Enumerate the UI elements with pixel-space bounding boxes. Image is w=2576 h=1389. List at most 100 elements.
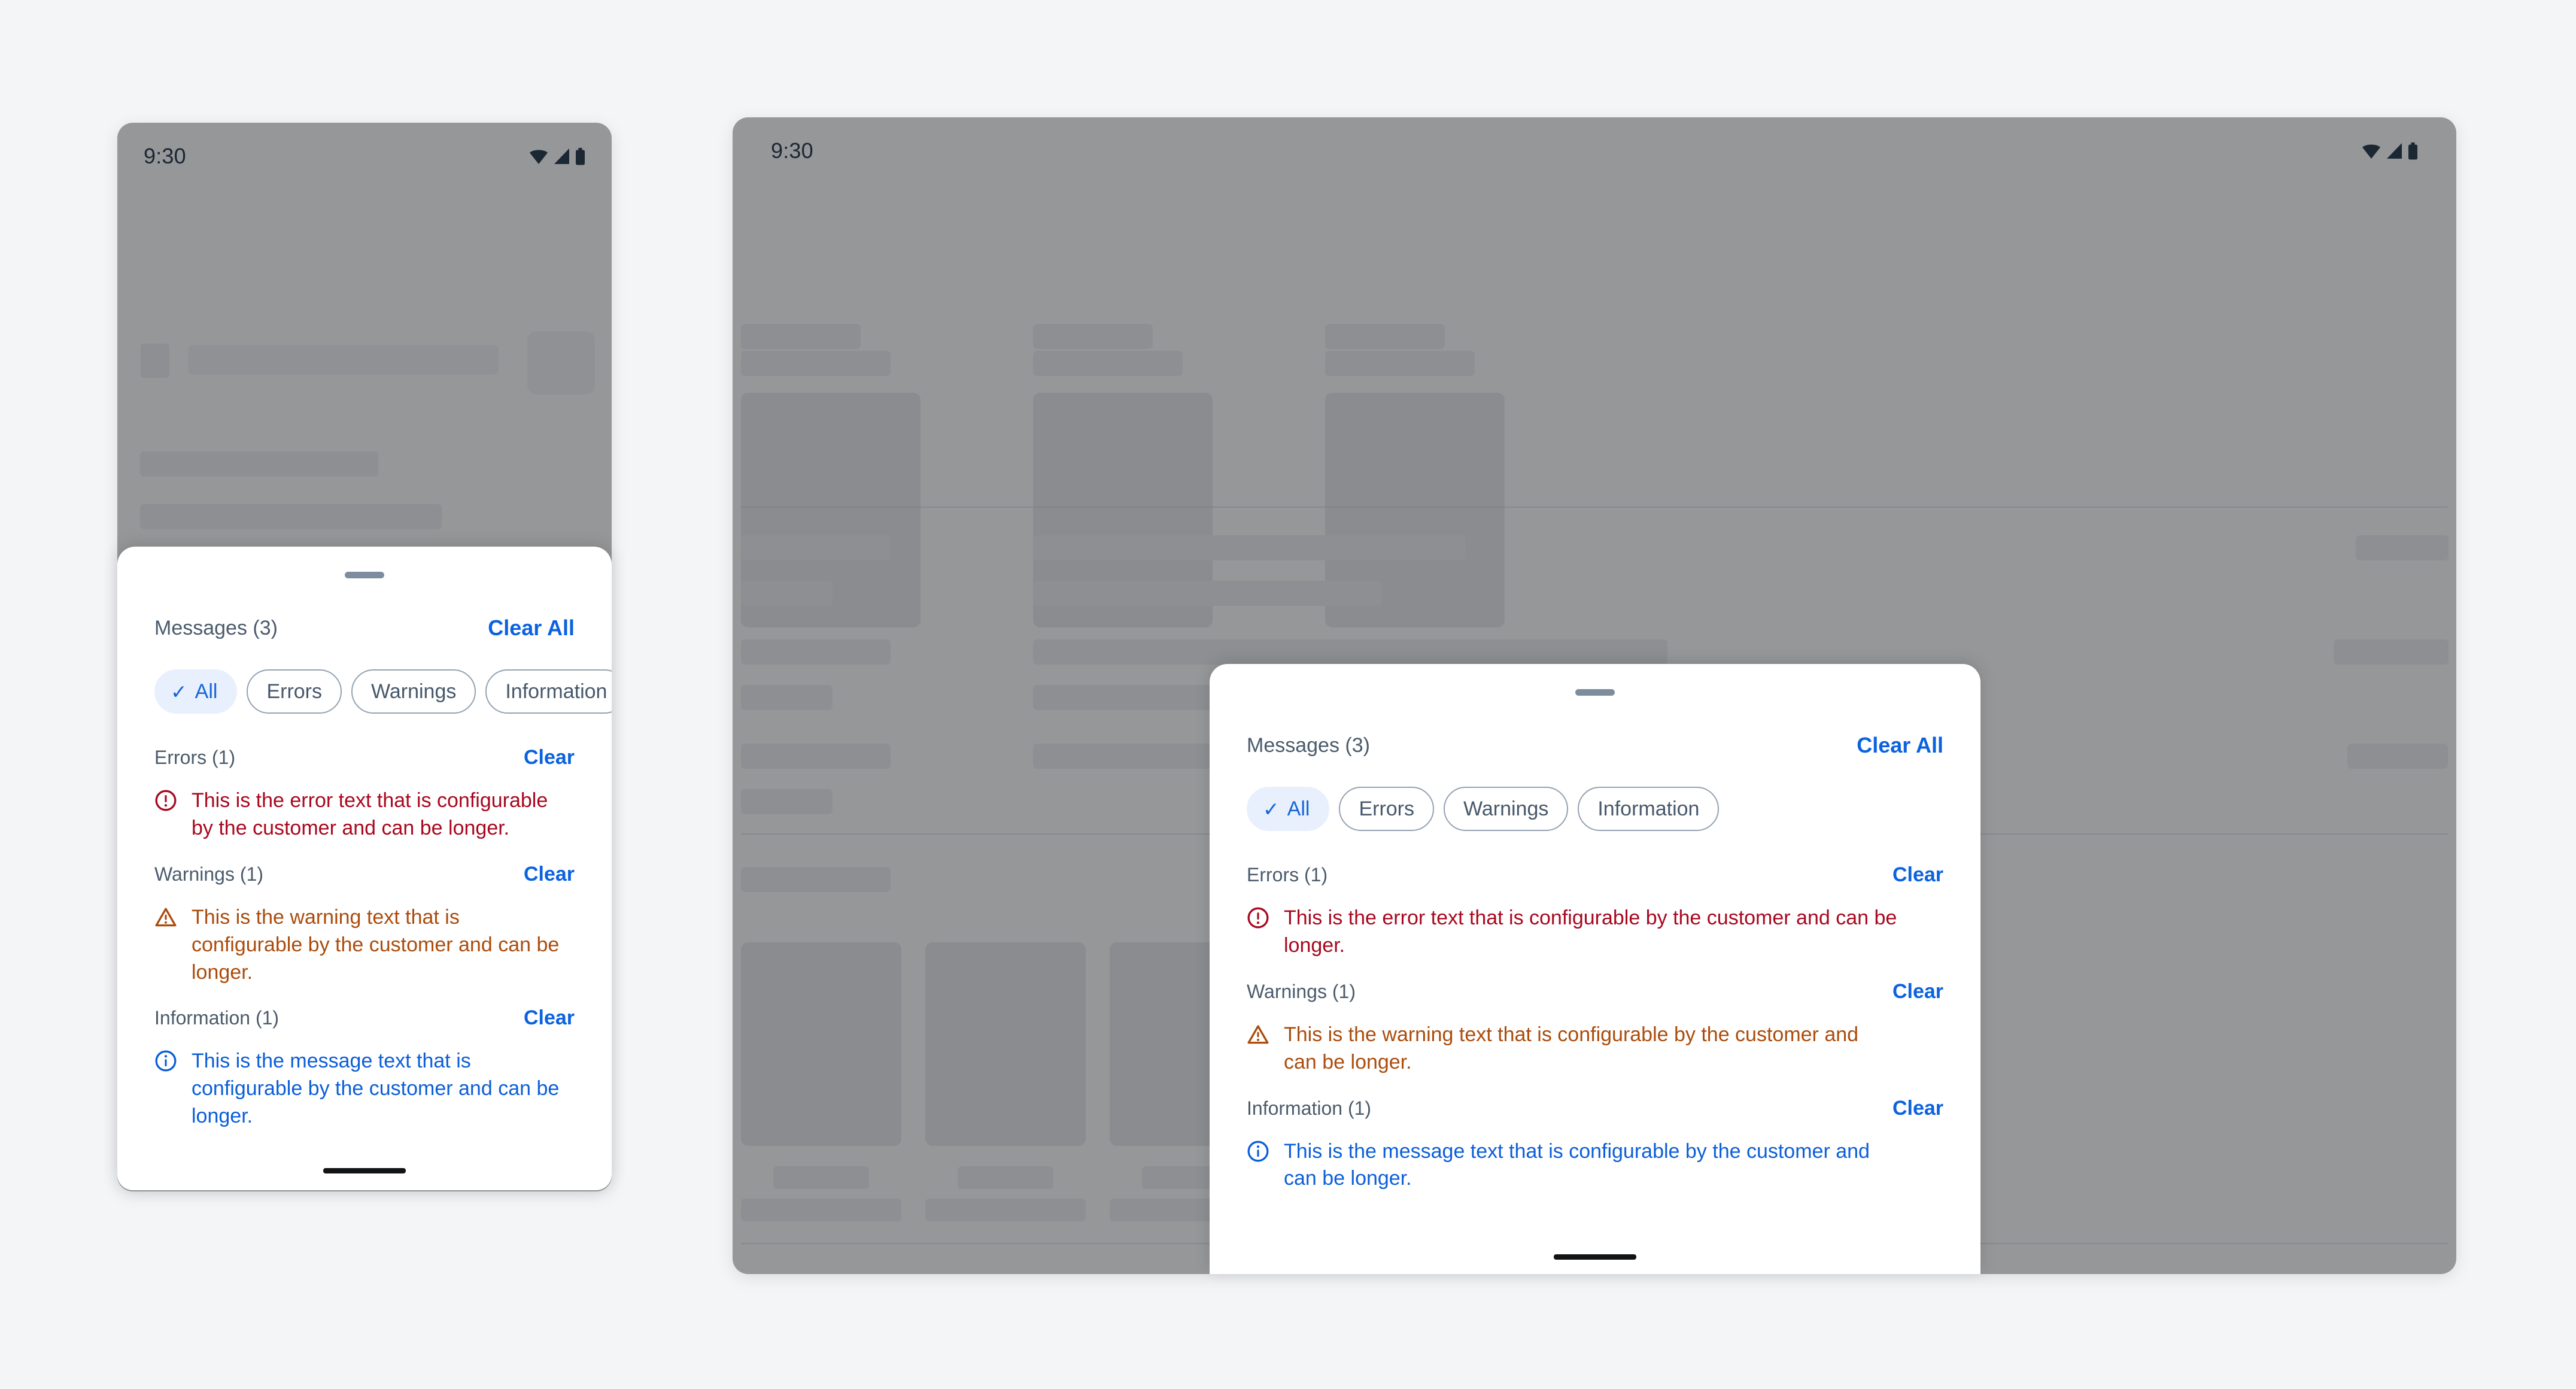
skeleton-lower-card [925,942,1086,1146]
filter-chip-label: Warnings [371,680,457,703]
status-bar-time: 9:30 [771,138,813,163]
skeleton-lower-label [773,1166,869,1189]
skeleton-nav-bar [188,345,499,375]
battery-icon [2408,142,2418,160]
filter-chip-warnings[interactable]: Warnings [351,669,476,714]
skeleton-table-cell [741,581,833,606]
clear-information-button[interactable]: Clear [1892,1097,1943,1120]
skeleton-table-cell [1033,535,1466,560]
filter-chip-label: Information [505,680,607,703]
warnings-group-label: Warnings (1) [1247,980,1356,1002]
skeleton-column-subtitle [1325,351,1475,376]
skeleton-table-cell [741,685,833,710]
skeleton-table-cell [1033,639,1667,665]
wifi-icon [529,148,548,165]
skeleton-lower-card [741,942,901,1146]
skeleton-table-cell [2356,535,2449,560]
skeleton-column-title [741,324,861,349]
skeleton-column-title [1033,324,1153,349]
clear-warnings-button[interactable]: Clear [524,863,575,886]
errors-group-header: Errors (1) Clear [1210,863,1980,887]
check-icon: ✓ [171,680,187,703]
information-message-row: This is the message text that is configu… [117,1048,612,1130]
error-circle-icon [1247,906,1269,929]
filter-chip-warnings[interactable]: Warnings [1444,787,1569,831]
screenshot-stage: 9:30 Messages (3) Clear All ✓ All Errors… [0,0,2576,1389]
error-message-text: This is the error text that is configura… [192,789,548,839]
messages-count-title: Messages (3) [154,616,278,639]
skeleton-nav-icon [141,344,169,378]
skeleton-table-cell [2334,639,2449,665]
filter-chip-label: Errors [266,680,323,703]
warning-message-row: This is the warning text that is configu… [1210,1021,1980,1076]
error-circle-icon [154,789,177,812]
information-group-label: Information (1) [154,1007,280,1029]
skeleton-table-cell [741,744,891,769]
errors-group-header: Errors (1) Clear [117,746,612,769]
phone-sheet-header: Messages (3) Clear All [117,578,612,641]
filter-chip-label: Warnings [1463,797,1549,820]
filter-chip-label: Information [1597,797,1700,820]
skeleton-column-title [1325,324,1445,349]
status-bar-icons [529,147,585,165]
filter-chip-errors[interactable]: Errors [1339,787,1435,831]
wifi-icon [2362,142,2381,159]
skeleton-lower-bar [741,1199,901,1221]
messages-count-title: Messages (3) [1247,733,1370,757]
skeleton-table-cell [741,867,891,892]
phone-messages-bottom-sheet: Messages (3) Clear All ✓ All Errors Warn… [117,547,612,1190]
skeleton-table-cell [741,789,833,814]
warning-message-row: This is the warning text that is configu… [117,904,612,987]
skeleton-table-cell [1033,581,1381,606]
error-message-text: This is the error text that is configura… [1284,906,1897,957]
drag-handle[interactable] [1575,689,1615,696]
warning-triangle-icon [1247,1023,1269,1046]
skeleton-column-subtitle [741,351,891,376]
cellular-signal-icon [2386,142,2402,159]
filter-chip-label: All [195,680,218,703]
skeleton-subtitle-bar [140,504,442,529]
information-message-row: This is the message text that is configu… [1210,1138,1980,1193]
status-bar-time: 9:30 [144,144,186,168]
errors-group-label: Errors (1) [1247,864,1328,885]
phone-filter-chip-group: ✓ All Errors Warnings Information [117,641,612,714]
tablet-status-bar: 9:30 [733,117,2456,184]
skeleton-table-cell [741,535,891,560]
check-icon: ✓ [1263,797,1280,820]
skeleton-table-cell [2347,744,2448,769]
errors-group-label: Errors (1) [154,747,236,768]
info-circle-icon [1247,1140,1269,1163]
clear-all-button[interactable]: Clear All [488,615,575,641]
drag-handle[interactable] [345,572,384,578]
clear-errors-button[interactable]: Clear [1892,863,1943,887]
filter-chip-label: Errors [1359,797,1415,820]
tablet-filter-chip-group: ✓ All Errors Warnings Information [1210,758,1980,831]
warning-message-text: This is the warning text that is configu… [1284,1023,1859,1073]
skeleton-lower-label [958,1166,1053,1189]
information-group-header: Information (1) Clear [1210,1097,1980,1120]
filter-chip-information[interactable]: Information [1578,787,1720,831]
filter-chip-errors[interactable]: Errors [247,669,342,714]
warnings-group-header: Warnings (1) Clear [117,863,612,886]
clear-information-button[interactable]: Clear [524,1006,575,1030]
filter-chip-all[interactable]: ✓ All [154,669,238,714]
clear-errors-button[interactable]: Clear [524,746,575,769]
filter-chip-information[interactable]: Information [485,669,612,714]
tablet-sheet-header: Messages (3) Clear All [1210,696,1980,758]
warning-triangle-icon [154,906,177,929]
warnings-group-label: Warnings (1) [154,863,263,885]
phone-status-bar: 9:30 [117,123,612,190]
warnings-group-header: Warnings (1) Clear [1210,980,1980,1003]
home-indicator [323,1168,406,1173]
information-group-label: Information (1) [1247,1097,1372,1119]
information-group-header: Information (1) Clear [117,1006,612,1030]
information-message-text: This is the message text that is configu… [1284,1139,1870,1190]
error-message-row: This is the error text that is configura… [117,787,612,842]
filter-chip-label: All [1287,797,1310,820]
skeleton-nav-action [527,331,595,395]
clear-warnings-button[interactable]: Clear [1892,980,1943,1003]
filter-chip-all[interactable]: ✓ All [1247,787,1330,831]
skeleton-title-bar [140,451,378,477]
clear-all-button[interactable]: Clear All [1857,733,1943,758]
table-divider [741,507,2448,508]
